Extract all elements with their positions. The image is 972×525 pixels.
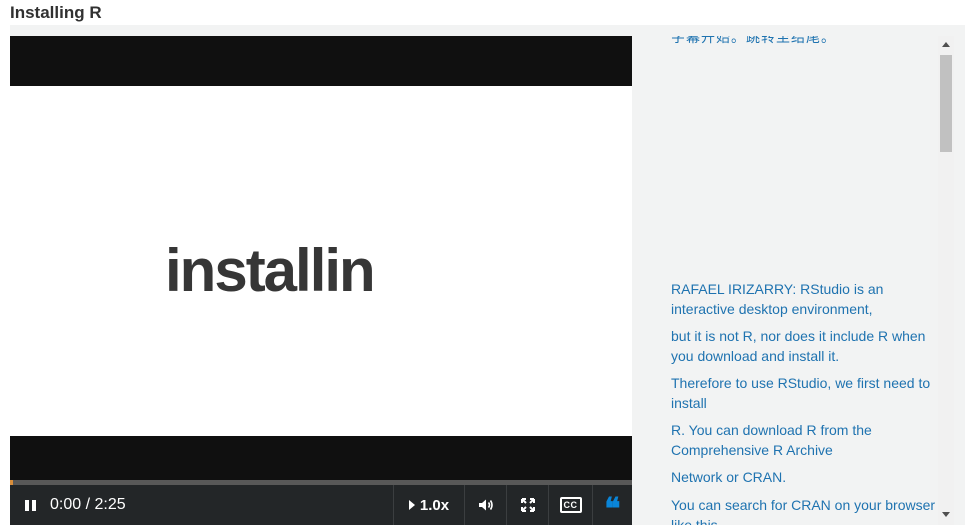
transcript-line[interactable]: Network or CRAN. [671,468,936,488]
fullscreen-button[interactable] [506,485,548,525]
video-frame[interactable]: installin [10,86,632,436]
page-title: Installing R [10,3,102,22]
video-controls: 0:00 / 2:25 1.0x CC ❝ [10,485,632,525]
transcript-line[interactable]: but it is not R, nor does it include R w… [671,327,936,366]
transcript-scrollbar[interactable] [938,36,954,525]
transcript-panel[interactable]: 字幕开始。跳转至结尾。 RAFAEL IRIZARRY: RStudio is … [632,36,938,525]
pause-button[interactable] [18,485,42,525]
transcript-line[interactable]: You can search for CRAN on your browser … [671,496,936,525]
cc-icon: CC [559,497,582,513]
time-display: 0:00 / 2:25 [50,496,126,513]
pause-icon [24,499,36,511]
closed-captions-button[interactable]: CC [548,485,592,525]
transcript-toggle-button[interactable]: ❝ [592,485,632,525]
scroll-down-arrow-icon[interactable] [942,512,950,517]
scroll-up-arrow-icon[interactable] [942,42,950,47]
transcript-line[interactable]: R. You can download R from the Comprehen… [671,421,936,460]
transcript-line[interactable]: Therefore to use RStudio, we first need … [671,374,936,413]
scroll-thumb[interactable] [940,55,952,152]
transcript-skip-link[interactable]: 字幕开始。跳转至结尾。 [671,36,936,48]
video-player[interactable]: installin 0:00 / 2:25 1.0x CC ❝ [10,36,632,525]
page: Installing R installin 0:00 / 2:25 1.0x [0,0,972,525]
speed-label: 1.0x [419,496,450,514]
fullscreen-icon [520,498,535,512]
quote-icon: ❝ [604,492,621,525]
play-speed-icon [408,500,415,510]
transcript-line[interactable]: RAFAEL IRIZARRY: RStudio is an interacti… [671,280,936,319]
volume-icon [478,499,493,511]
slide-text: installin [165,237,376,304]
volume-button[interactable] [464,485,506,525]
speed-button[interactable]: 1.0x [393,485,464,525]
